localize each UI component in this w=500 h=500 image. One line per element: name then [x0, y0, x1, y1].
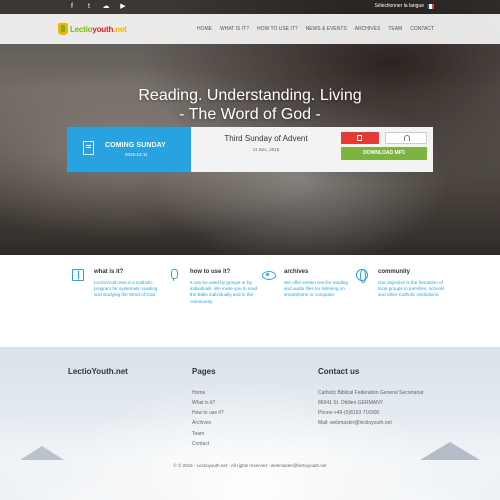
feature-title: archives — [284, 269, 309, 275]
french-flag-icon[interactable] — [427, 3, 434, 9]
download-mp3-button[interactable]: DOWNLOAD MP3 — [341, 147, 427, 160]
event-info: Third Sunday of Advent 11 Dec, 2016 — [191, 127, 341, 172]
eye-icon — [262, 269, 276, 281]
top-bar: f t ☁ ▶ Sélectionner la langue — [0, 0, 500, 14]
youtube-icon[interactable]: ▶ — [119, 2, 127, 11]
copyright-text: © © 2016 - Lectioyouth.net - All rights … — [173, 463, 327, 468]
event-title[interactable]: Third Sunday of Advent — [191, 134, 341, 143]
headphones-icon — [404, 135, 410, 141]
feature-title: community — [378, 269, 411, 275]
nav-home[interactable]: HOME — [197, 26, 212, 32]
event-bar: COMING SUNDAY 2016-12-11 Third Sunday of… — [67, 127, 433, 172]
nav-team[interactable]: TEAM — [388, 26, 402, 32]
hero-banner: f t ☁ ▶ Sélectionner la langue Lectioyou… — [0, 0, 500, 255]
site-logo[interactable]: Lectioyouth.net — [58, 23, 127, 35]
language-label[interactable]: Sélectionner la langue — [375, 3, 424, 9]
hero-title-line2: - The Word of God - — [179, 106, 321, 123]
pdf-button[interactable] — [341, 132, 379, 144]
contact-address: 86941 St. Ottilien GERMANY — [318, 400, 384, 406]
footer-brand: LectioYouth.net — [68, 367, 128, 376]
language-selector[interactable]: Sélectionner la langue — [375, 3, 434, 9]
hero-title: Reading. Understanding. Living - The Wor… — [0, 86, 500, 124]
logo-icon — [58, 23, 68, 35]
coming-sunday-panel: COMING SUNDAY 2016-12-11 — [67, 127, 191, 172]
footer-pages-title: Pages — [192, 367, 216, 376]
footer-link-how-to-use-it[interactable]: How to use it? — [192, 410, 224, 416]
book-icon — [72, 269, 84, 281]
coming-sunday-date: 2016-12-11 — [125, 152, 148, 157]
soundcloud-icon[interactable]: ☁ — [102, 2, 110, 11]
nav-archives[interactable]: ARCHIVES — [355, 26, 381, 32]
footer-link-team[interactable]: Team — [192, 431, 204, 437]
feature-text: It can be used by groups or by individua… — [190, 280, 258, 304]
mountain-decoration — [420, 442, 480, 460]
pdf-icon — [357, 135, 362, 141]
footer-contact-title: Contact us — [318, 367, 360, 376]
mountain-decoration — [20, 446, 64, 460]
hero-title-line1: Reading. Understanding. Living — [138, 87, 362, 104]
microphone-icon — [168, 269, 180, 281]
main-navbar: Lectioyouth.net HOME WHAT IS IT? HOW TO … — [0, 14, 500, 44]
footer-link-contact[interactable]: Contact — [192, 441, 209, 447]
logo-text: Lectioyouth.net — [70, 24, 127, 34]
contact-organization: Catholic Biblical Federation General Sec… — [318, 390, 424, 396]
nav-how-to-use-it[interactable]: HOW TO USE IT? — [257, 26, 298, 32]
site-footer: LectioYouth.net Pages Home What is it? H… — [0, 347, 500, 500]
features-section: what is it? LectioYouth.Net is a Catholi… — [0, 255, 500, 347]
footer-link-archives[interactable]: Archives — [192, 420, 211, 426]
event-date: 11 Dec, 2016 — [252, 147, 280, 152]
audio-button[interactable] — [385, 132, 427, 144]
feature-text: LectioYouth.Net is a Catholic program fo… — [94, 280, 158, 298]
footer-link-home[interactable]: Home — [192, 390, 205, 396]
main-menu: HOME WHAT IS IT? HOW TO USE IT? NEWS & E… — [197, 26, 434, 32]
contact-email[interactable]: Mail: webmaster@lectioyouth.net — [318, 420, 392, 426]
feature-text: We offer written text for reading and au… — [284, 280, 348, 298]
nav-what-is-it[interactable]: WHAT IS IT? — [220, 26, 249, 32]
nav-news-events[interactable]: NEWS & EVENTS — [306, 26, 347, 32]
coming-sunday-label: COMING SUNDAY — [105, 142, 166, 149]
nav-contact[interactable]: CONTACT — [410, 26, 434, 32]
social-links: f t ☁ ▶ — [68, 2, 127, 11]
book-icon — [83, 141, 94, 155]
contact-phone: Phone:+49-(0)8193 716900 — [318, 410, 380, 416]
feature-title: what is it? — [94, 269, 124, 275]
footer-link-what-is-it[interactable]: What is it? — [192, 400, 215, 406]
event-actions: DOWNLOAD MP3 — [341, 127, 433, 172]
globe-icon — [356, 269, 368, 283]
twitter-icon[interactable]: t — [85, 2, 93, 11]
feature-title: how to use it? — [190, 269, 231, 275]
facebook-icon[interactable]: f — [68, 2, 76, 11]
feature-text: Our objective is the formation of local … — [378, 280, 445, 298]
